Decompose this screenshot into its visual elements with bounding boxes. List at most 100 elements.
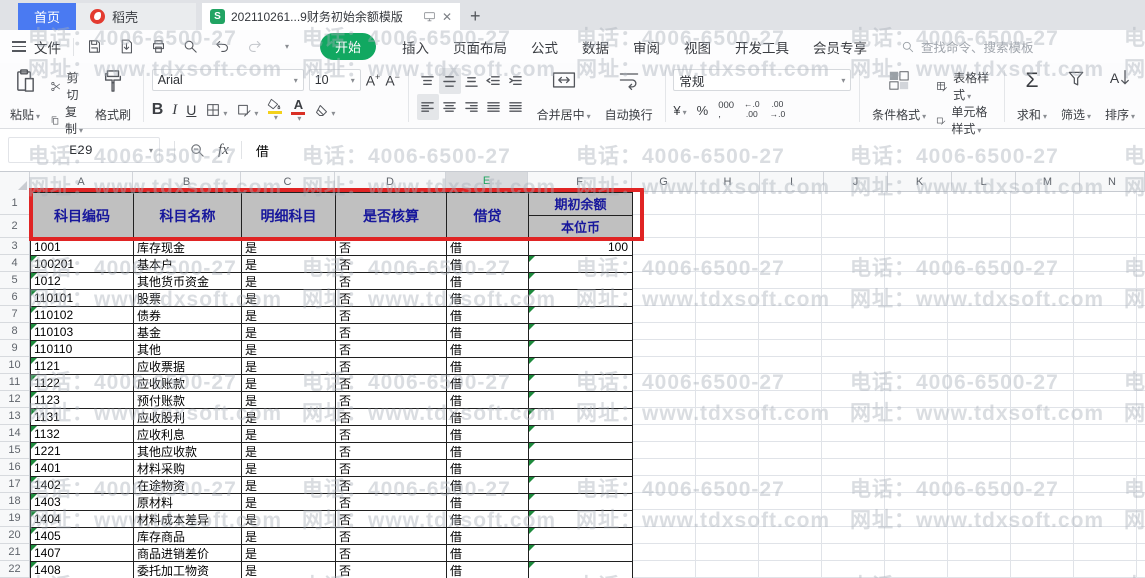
cell[interactable]: 借 (447, 239, 529, 256)
cell[interactable]: 1121 (31, 358, 134, 375)
cell[interactable]: 是 (242, 307, 336, 324)
row-header-11[interactable]: 11 (0, 374, 29, 391)
cell[interactable]: 1131 (31, 409, 134, 426)
fill-color-button[interactable] (267, 98, 282, 122)
table-header-cell[interactable]: 科目编码 (31, 193, 134, 239)
cell[interactable]: 是 (242, 239, 336, 256)
thousands-format-button[interactable]: 000, (718, 101, 734, 120)
cell[interactable]: 110101 (31, 290, 134, 307)
cell[interactable] (529, 443, 633, 460)
wrap-text-button[interactable]: 自动换行 (601, 68, 657, 124)
cell[interactable]: 否 (336, 545, 447, 562)
row-header-1[interactable]: 1 (0, 192, 29, 215)
tab-home[interactable]: 首页 (18, 3, 76, 30)
cell[interactable]: 否 (336, 341, 447, 358)
cell[interactable]: 1123 (31, 392, 134, 409)
cell[interactable] (529, 358, 633, 375)
menu-tab[interactable]: 页面布局 (441, 37, 519, 57)
cell[interactable]: 1403 (31, 494, 134, 511)
cell[interactable]: 否 (336, 409, 447, 426)
font-name-select[interactable]: Arial (152, 69, 304, 91)
cell[interactable]: 是 (242, 545, 336, 562)
menu-tab[interactable]: 插入 (390, 37, 441, 57)
row-header-20[interactable]: 20 (0, 527, 29, 544)
cell[interactable]: 否 (336, 494, 447, 511)
cell[interactable]: 借 (447, 392, 529, 409)
cell[interactable]: 借 (447, 477, 529, 494)
cell[interactable]: 基本户 (134, 256, 242, 273)
cell[interactable]: 否 (336, 358, 447, 375)
underline-button[interactable]: U (186, 102, 196, 118)
cell[interactable]: 否 (336, 460, 447, 477)
row-header-14[interactable]: 14 (0, 425, 29, 442)
cell[interactable] (529, 324, 633, 341)
format-painter-button[interactable]: 格式刷 (91, 68, 135, 124)
merge-center-button[interactable]: 合并居中 (533, 68, 595, 124)
cell[interactable]: 110103 (31, 324, 134, 341)
valign-bottom-button[interactable] (461, 68, 483, 94)
cell[interactable] (529, 460, 633, 477)
row-header-3[interactable]: 3 (0, 238, 29, 255)
row-header-21[interactable]: 21 (0, 544, 29, 561)
cell[interactable]: 是 (242, 443, 336, 460)
cell[interactable]: 借 (447, 545, 529, 562)
column-header-K[interactable]: K (888, 172, 952, 192)
row-header-12[interactable]: 12 (0, 391, 29, 408)
menu-tab[interactable]: 公式 (519, 37, 570, 57)
row-header-18[interactable]: 18 (0, 493, 29, 510)
cell[interactable] (529, 511, 633, 528)
cell[interactable]: 1221 (31, 443, 134, 460)
sum-button[interactable]: Σ 求和 (1013, 68, 1051, 124)
cell[interactable]: 借 (447, 562, 529, 578)
column-header-F[interactable]: F (528, 172, 632, 192)
cell[interactable]: 借 (447, 256, 529, 273)
cell[interactable]: 股票 (134, 290, 242, 307)
cell[interactable]: 借 (447, 426, 529, 443)
cell[interactable]: 是 (242, 341, 336, 358)
menu-tab[interactable]: 会员专享 (801, 37, 879, 57)
table-header-cell[interactable]: 科目名称 (134, 193, 242, 239)
align-left-button[interactable] (417, 94, 439, 120)
filter-button[interactable]: 筛选 (1057, 68, 1095, 124)
cell[interactable]: 否 (336, 392, 447, 409)
cell[interactable]: 应收利息 (134, 426, 242, 443)
cell[interactable]: 1407 (31, 545, 134, 562)
toolbar-options-caret[interactable] (274, 35, 298, 59)
row-header-19[interactable]: 19 (0, 510, 29, 527)
cell[interactable]: 库存商品 (134, 528, 242, 545)
align-right-button[interactable] (461, 94, 483, 120)
cell[interactable]: 是 (242, 477, 336, 494)
bold-button[interactable]: B (152, 101, 164, 119)
table-style-button[interactable]: 表格样式 (936, 69, 996, 103)
cell[interactable]: 否 (336, 256, 447, 273)
cell[interactable]: 其他 (134, 341, 242, 358)
menu-file[interactable]: 文件 (34, 37, 61, 57)
cell[interactable]: 是 (242, 358, 336, 375)
cell[interactable]: 材料采购 (134, 460, 242, 477)
cell[interactable]: 否 (336, 511, 447, 528)
cell[interactable]: 否 (336, 307, 447, 324)
cell[interactable] (529, 392, 633, 409)
cell[interactable]: 其他货币资金 (134, 273, 242, 290)
row-header-6[interactable]: 6 (0, 289, 29, 306)
column-header-L[interactable]: L (952, 172, 1016, 192)
cell[interactable] (529, 290, 633, 307)
cell[interactable] (529, 375, 633, 392)
table-header-cell-balance[interactable]: 期初余额本位币 (529, 193, 633, 239)
column-header-G[interactable]: G (632, 172, 696, 192)
row-header-2[interactable]: 2 (0, 215, 29, 238)
cell[interactable]: 是 (242, 460, 336, 477)
currency-format-button[interactable]: ¥ (673, 103, 686, 118)
cell[interactable]: 是 (242, 290, 336, 307)
cell[interactable]: 借 (447, 409, 529, 426)
italic-button[interactable]: I (172, 102, 177, 119)
cell[interactable]: 否 (336, 528, 447, 545)
row-header-8[interactable]: 8 (0, 323, 29, 340)
print-preview-button[interactable] (178, 35, 202, 59)
cell[interactable]: 是 (242, 528, 336, 545)
cell[interactable] (529, 307, 633, 324)
cell[interactable]: 是 (242, 273, 336, 290)
draw-border-button[interactable] (236, 102, 258, 118)
row-header-10[interactable]: 10 (0, 357, 29, 374)
column-header-E[interactable]: E (446, 172, 528, 192)
